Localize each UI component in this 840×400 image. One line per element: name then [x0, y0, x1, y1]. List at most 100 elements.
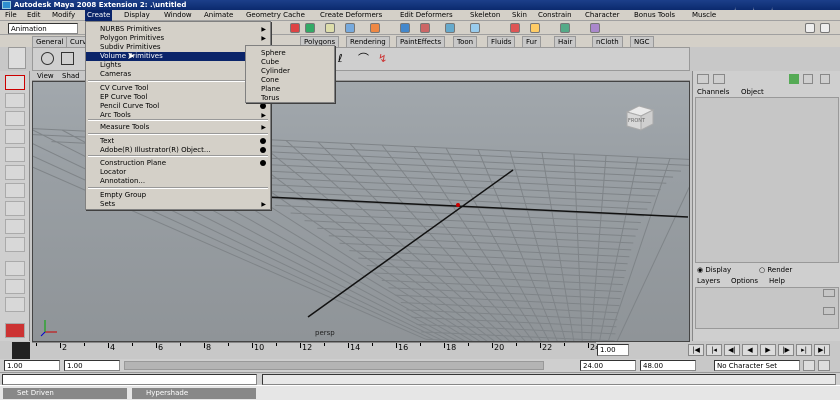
snap-grid-icon[interactable] — [290, 23, 300, 33]
menu-bonus-tools[interactable]: Bonus Tools — [632, 10, 677, 21]
create-menu-item-subdiv-primitives[interactable]: Subdiv Primitives▶ — [86, 43, 270, 52]
go-to-end-icon[interactable]: ▶| — [814, 344, 830, 356]
anim-prefs-icon[interactable] — [818, 360, 830, 371]
shelf-tab-fluids[interactable]: Fluids — [487, 36, 516, 47]
viewport-menu-shading[interactable]: Shad — [62, 71, 80, 81]
create-menu-item-cv-curve-tool[interactable]: CV Curve Tool — [86, 84, 270, 93]
time-marker[interactable] — [12, 342, 30, 359]
paint-icon[interactable] — [590, 23, 600, 33]
render-icon[interactable] — [470, 23, 480, 33]
shelf-menu-button[interactable] — [8, 47, 26, 69]
viewport-menu-view[interactable]: View — [37, 71, 54, 81]
create-menu-item-construction-plane[interactable]: Construction Plane — [86, 159, 270, 168]
step-forward-frame-icon[interactable]: ▸| — [796, 344, 812, 356]
scale-tool-icon[interactable] — [5, 165, 25, 180]
output-icon[interactable] — [420, 23, 430, 33]
menu-character[interactable]: Character — [583, 10, 622, 21]
tool-settings-icon[interactable] — [789, 74, 799, 84]
step-forward-key-icon[interactable]: |▶ — [778, 344, 794, 356]
square-icon[interactable] — [61, 52, 74, 65]
panel-toggle-icon[interactable] — [805, 23, 815, 33]
menu-skin[interactable]: Skin — [510, 10, 529, 21]
go-to-start-icon[interactable]: |◀ — [688, 344, 704, 356]
create-menu-item-arc-tools[interactable]: Arc Tools ▶ — [86, 111, 270, 120]
create-menu-item-text[interactable]: Text — [86, 137, 270, 146]
layer-menu-layers[interactable]: Layers — [697, 277, 720, 285]
menu-create-deformers[interactable]: Create Deformers — [318, 10, 384, 21]
menu-edit[interactable]: Edit — [25, 10, 43, 21]
step-back-frame-icon[interactable]: |◂ — [706, 344, 722, 356]
shelf-tab-toon[interactable]: Toon — [453, 36, 478, 47]
ipr-render-icon[interactable] — [510, 23, 520, 33]
menu-skeleton[interactable]: Skeleton — [468, 10, 502, 21]
menu-constrain[interactable]: Constrain — [536, 10, 574, 21]
hypershade-icon[interactable] — [560, 23, 570, 33]
mel-command-input[interactable] — [2, 374, 257, 385]
layer-options-icon[interactable] — [823, 307, 835, 315]
option-box-icon[interactable] — [260, 147, 266, 153]
circle-icon[interactable] — [41, 52, 54, 65]
soft-modify-tool-icon[interactable] — [5, 201, 25, 216]
playback-end-field[interactable]: 24.00 — [580, 360, 636, 371]
range-slider[interactable] — [124, 361, 544, 370]
shelf-tab-fur[interactable]: Fur — [522, 36, 541, 47]
step-back-key-icon[interactable]: ◀| — [724, 344, 740, 356]
channel-box-icon[interactable] — [697, 74, 709, 84]
option-box-icon[interactable] — [260, 103, 266, 109]
taskbar-hypershade[interactable]: Hypershade — [132, 388, 256, 399]
menu-edit-deformers[interactable]: Edit Deformers — [398, 10, 455, 21]
move-tool-icon[interactable] — [5, 129, 25, 144]
rotate-tool-icon[interactable] — [5, 147, 25, 162]
create-menu-item-nurbs-primitives[interactable]: NURBS Primitives ▶ — [86, 25, 270, 34]
history-icon[interactable] — [325, 23, 335, 33]
layout-icon[interactable] — [803, 74, 813, 84]
tab-object[interactable]: Object — [741, 88, 764, 96]
menu-muscle[interactable]: Muscle — [690, 10, 718, 21]
create-menu-item-ep-curve-tool[interactable]: EP Curve Tool — [86, 93, 270, 102]
arc-icon[interactable]: ⌒ — [358, 52, 371, 65]
layer-menu-options[interactable]: Options — [731, 277, 758, 285]
lasso-tool-icon[interactable] — [5, 93, 25, 108]
layout-two-icon[interactable] — [5, 297, 25, 312]
snap-point-icon[interactable] — [345, 23, 355, 33]
menu-animate[interactable]: Animate — [202, 10, 235, 21]
shelf-tab-general[interactable]: General — [32, 36, 68, 47]
menu-geometry-cache[interactable]: Geometry Cache — [244, 10, 307, 21]
play-backwards-icon[interactable]: ◀ — [742, 344, 758, 356]
create-menu-item-locator[interactable]: Locator — [86, 168, 270, 177]
volume-primitive-cone[interactable]: Cone — [246, 76, 334, 85]
menu-window[interactable]: Window — [162, 10, 194, 21]
layer-menu-help[interactable]: Help — [769, 277, 785, 285]
create-menu-item-polygon-primitives[interactable]: Polygon Primitives ▶ — [86, 34, 270, 43]
snap-view-icon[interactable] — [370, 23, 380, 33]
attr-editor-toggle-icon[interactable] — [820, 23, 830, 33]
volume-primitive-cylinder[interactable]: Cylinder — [246, 67, 334, 76]
render-settings-icon[interactable] — [530, 23, 540, 33]
attribute-editor-icon[interactable] — [713, 74, 725, 84]
mode-selector[interactable]: Animation — [8, 23, 78, 34]
create-menu-item-sets[interactable]: Sets ▶ — [86, 200, 270, 209]
current-frame-field[interactable]: 1.00 — [597, 344, 629, 356]
view-cube-icon[interactable]: FRONT — [623, 104, 655, 132]
menu-create[interactable]: Create — [85, 10, 113, 21]
radio-display[interactable]: ◉ Display — [697, 266, 731, 274]
last-tool-icon[interactable] — [5, 237, 25, 252]
menu-file[interactable]: File — [3, 10, 19, 21]
volume-primitive-torus[interactable]: Torus — [246, 94, 334, 103]
tab-channels[interactable]: Channels — [697, 88, 729, 96]
outliner-icon[interactable] — [820, 74, 830, 84]
end-time-field[interactable]: 48.00 — [640, 360, 696, 371]
radio-render[interactable]: ○ Render — [759, 266, 792, 274]
create-menu-item-pencil-curve-tool[interactable]: Pencil Curve Tool — [86, 102, 270, 111]
create-menu-item-volume-primitives[interactable]: Volume Primitives▶ — [86, 52, 270, 61]
select-tool-icon[interactable] — [5, 75, 25, 90]
shelf-tab-ncloth[interactable]: nCloth — [592, 36, 623, 47]
auto-key-icon[interactable] — [803, 360, 815, 371]
input-icon[interactable] — [400, 23, 410, 33]
universal-manipulator-icon[interactable] — [5, 183, 25, 198]
snap-curve-icon[interactable] — [305, 23, 315, 33]
create-menu-item-adobe-r-illustrator-r-object[interactable]: Adobe(R) Illustrator(R) Object... — [86, 146, 270, 155]
shelf-tab-rendering[interactable]: Rendering — [346, 36, 390, 47]
construction-history-icon[interactable] — [445, 23, 455, 33]
volume-primitive-plane[interactable]: Plane — [246, 85, 334, 94]
